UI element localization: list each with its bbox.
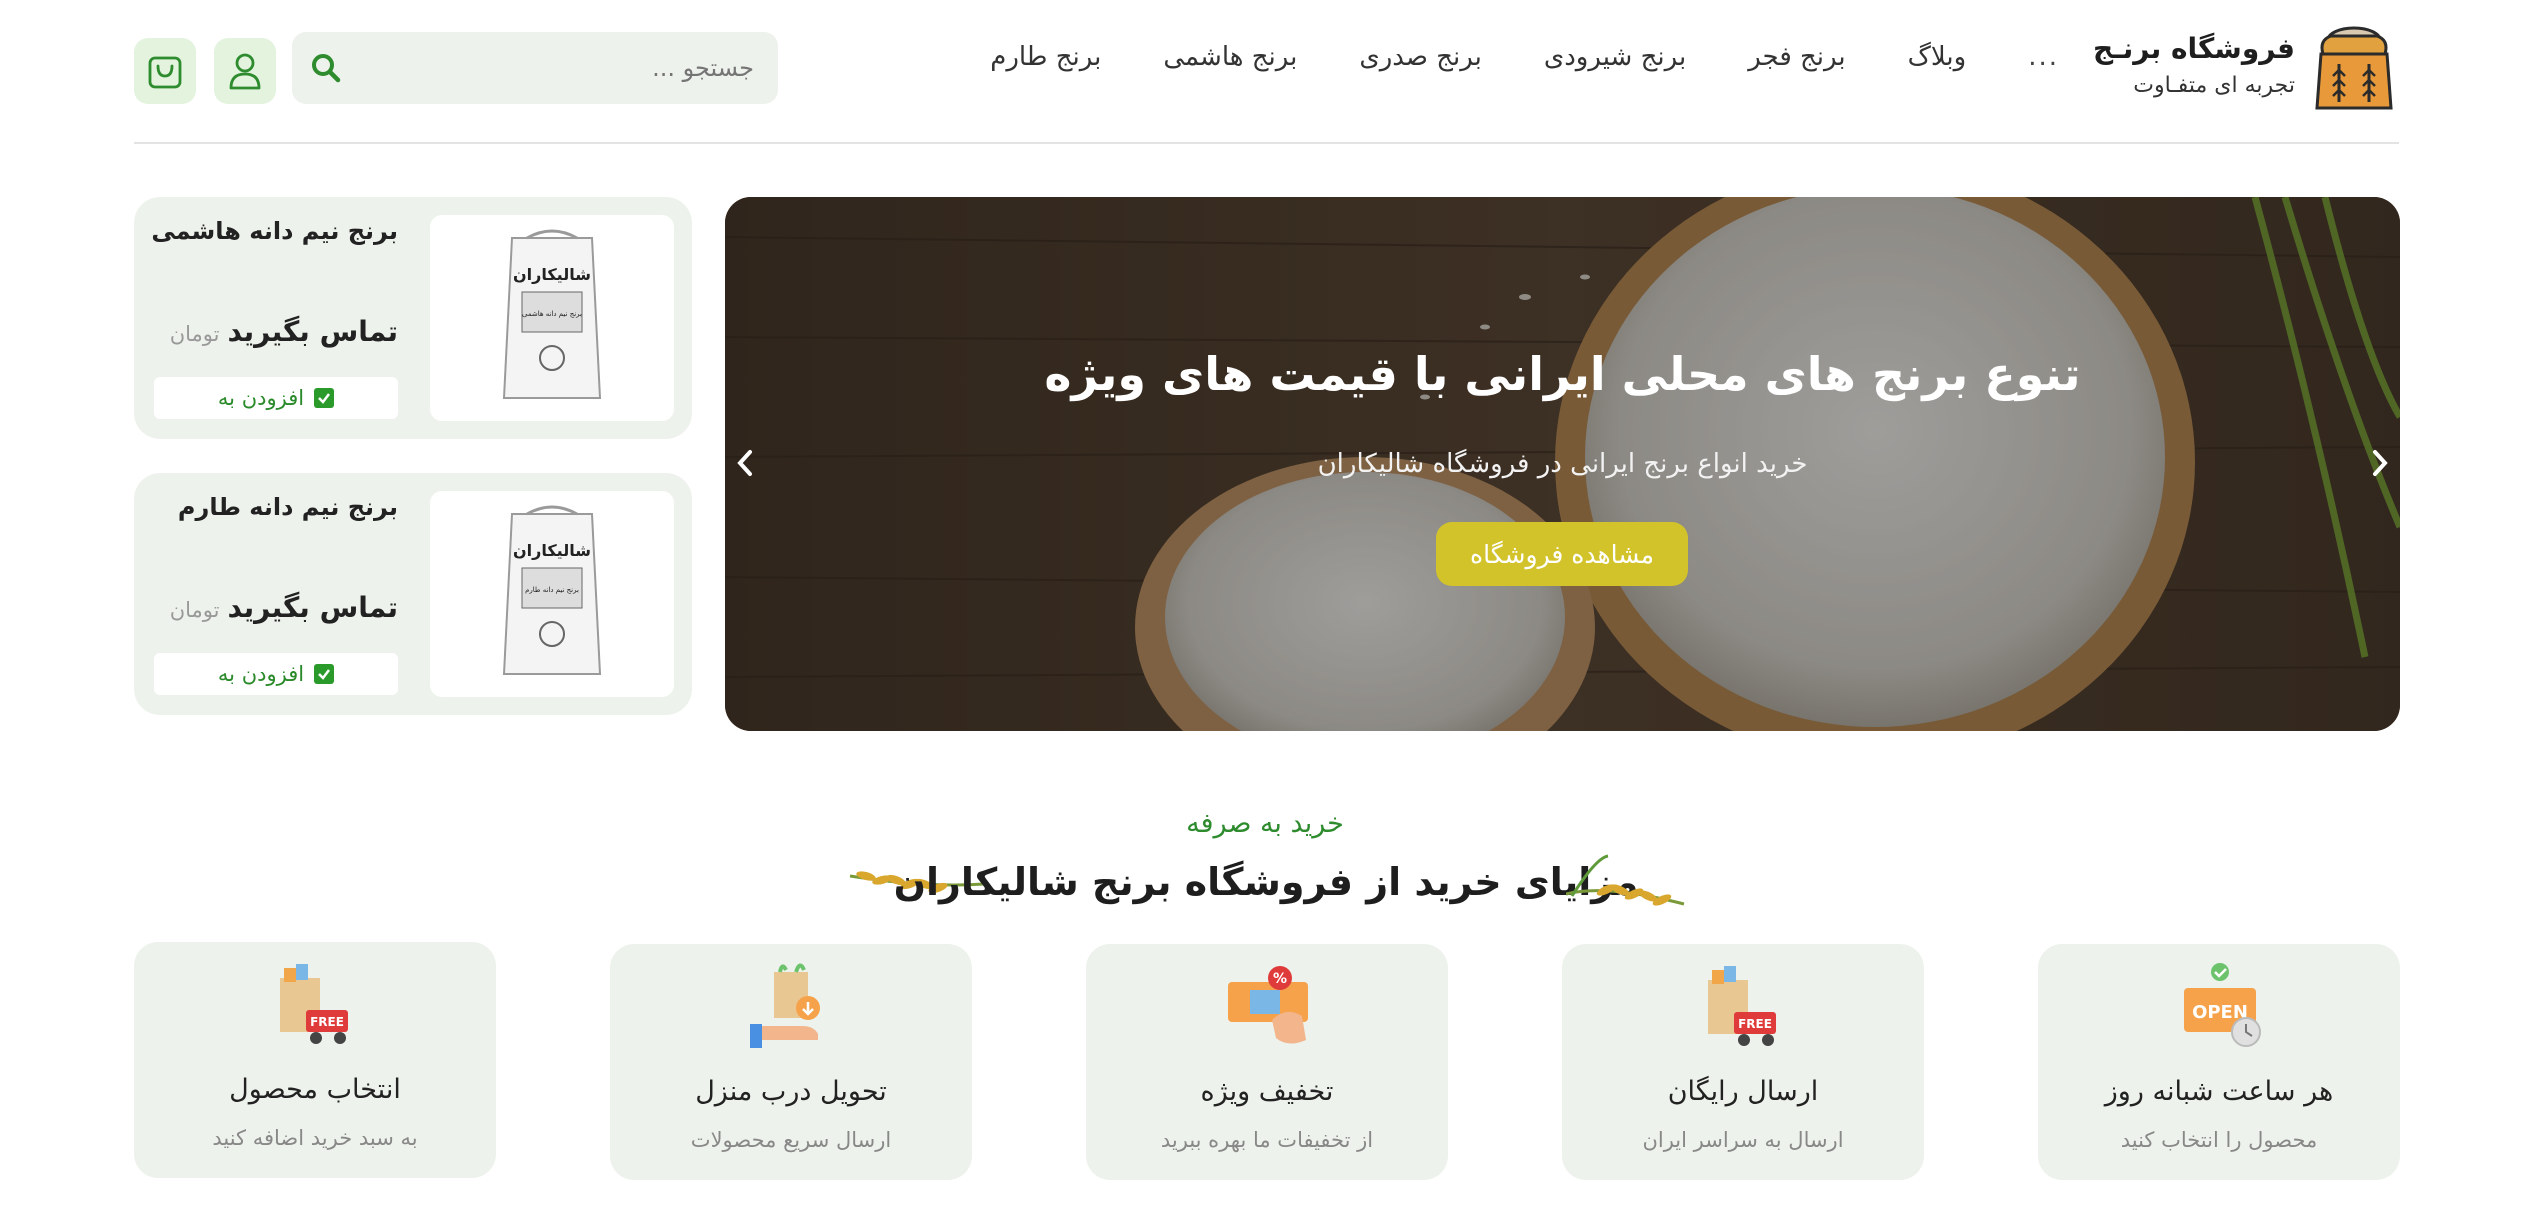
price-text: تماس بگیرید — [227, 315, 398, 348]
brand-text: فروشگاه برنـج تجربه ای متفـاوت — [2093, 29, 2295, 103]
benefit-card: FREE ارسال رایگان ارسال به سراسر ایران — [1562, 944, 1924, 1180]
brand[interactable]: فروشگاه برنـج تجربه ای متفـاوت — [2093, 18, 2399, 114]
user-icon — [229, 53, 261, 90]
benefit-desc: از تخفیفات ما بهره ببرید — [1160, 1128, 1374, 1152]
nav-item-tarom[interactable]: برنج طارم — [990, 42, 1101, 72]
search-input[interactable] — [394, 32, 754, 104]
nav-item-blog[interactable]: وبلاگ — [1908, 42, 1967, 72]
search-icon[interactable] — [310, 52, 342, 84]
section-heading: مزایای خرید از فروشگاه برنج شالیکاران — [846, 854, 1686, 918]
free-badge-text: FREE — [1738, 1017, 1772, 1031]
product-card[interactable]: شالیکاران برنج نیم دانه هاشمی برنج نیم د… — [134, 197, 692, 439]
benefit-title: تحویل درب منزل — [695, 1076, 887, 1107]
rice-bag-image: شالیکاران برنج نیم دانه طارم — [502, 505, 602, 675]
bag-label: برنج نیم دانه طارم — [525, 586, 579, 594]
benefit-title: ارسال رایگان — [1667, 1076, 1819, 1107]
slider-prev-arrow[interactable] — [727, 437, 763, 489]
view-store-button[interactable]: مشاهده فروشگاه — [1436, 522, 1688, 586]
section-subtitle: خرید به صرفه — [1186, 808, 1344, 839]
home-delivery-icon — [750, 963, 820, 1048]
nav-item-hashemi[interactable]: برنج هاشمی — [1163, 42, 1297, 72]
benefit-desc: ارسال به سراسر ایران — [1642, 1128, 1844, 1152]
free-badge-text: FREE — [310, 1015, 344, 1029]
price-unit: تومان — [169, 322, 220, 346]
discount-badge-text: % — [1273, 971, 1287, 987]
rice-bag-image: شالیکاران برنج نیم دانه هاشمی — [502, 229, 602, 399]
brand-title: فروشگاه برنـج — [2093, 32, 2295, 65]
add-to-cart-button[interactable]: افزودن به — [154, 653, 398, 695]
chevron-left-icon — [737, 450, 752, 476]
add-to-cart-button[interactable]: افزودن به — [154, 377, 398, 419]
hero-slider[interactable]: تنوع برنج های محلی ایرانی با قیمت های وی… — [725, 197, 2400, 731]
bag-brand: شالیکاران — [513, 265, 591, 284]
section-title: مزایای خرید از فروشگاه برنج شالیکاران — [893, 860, 1639, 904]
product-image[interactable]: شالیکاران برنج نیم دانه هاشمی — [430, 215, 674, 421]
benefit-title: انتخاب محصول — [229, 1074, 401, 1105]
main-nav: برنج طارم برنج هاشمی برنج صدری برنج شیرو… — [990, 42, 2059, 72]
product-price: تماس بگیرید تومان — [170, 315, 398, 348]
slide-subtitle: خرید انواع برنج ایرانی در فروشگاه شالیکا… — [1317, 449, 1808, 479]
checkbox-icon — [314, 388, 335, 408]
search-box — [292, 32, 778, 104]
add-to-cart-label: افزودن به — [217, 386, 305, 410]
price-unit: تومان — [169, 598, 220, 622]
benefit-card: % تخفیف ویژه از تخفیفات ما بهره ببرید — [1086, 944, 1448, 1180]
site-header: فروشگاه برنـج تجربه ای متفـاوت برنج طارم… — [134, 0, 2399, 144]
account-button[interactable] — [214, 38, 276, 104]
price-text: تماس بگیرید — [227, 591, 398, 624]
add-to-cart-label: افزودن به — [217, 662, 305, 686]
product-title[interactable]: برنج نیم دانه هاشمی — [151, 217, 398, 245]
benefit-card: تحویل درب منزل ارسال سریع محصولات — [610, 944, 972, 1180]
bag-brand: شالیکاران — [513, 541, 591, 560]
nav-item-shiroodi[interactable]: برنج شیرودی — [1544, 42, 1686, 72]
wheat-right-icon — [1566, 854, 1685, 906]
bag-label: برنج نیم دانه هاشمی — [522, 310, 582, 318]
benefit-desc: محصول را انتخاب کنید — [2120, 1128, 2318, 1152]
open-sign-icon: OPEN — [2184, 963, 2261, 1047]
product-delivery-icon: FREE — [280, 964, 348, 1044]
nav-item-sadri[interactable]: برنج صدری — [1359, 42, 1482, 72]
chevron-right-icon — [2373, 450, 2388, 476]
benefit-desc: به سبد خرید اضافه کنید — [212, 1126, 418, 1150]
shopping-bag-icon — [148, 56, 182, 89]
product-price: تماس بگیرید تومان — [170, 591, 398, 624]
product-image[interactable]: شالیکاران برنج نیم دانه طارم — [430, 491, 674, 697]
slider-next-arrow[interactable] — [2362, 437, 2398, 489]
product-card[interactable]: شالیکاران برنج نیم دانه طارم برنج نیم دا… — [134, 473, 692, 715]
benefit-card: OPEN هر ساعت شبانه روز محصول را انتخاب ک… — [2038, 944, 2400, 1180]
rice-store-logo-icon — [2315, 26, 2393, 110]
benefit-desc: ارسال سریع محصولات — [690, 1128, 892, 1152]
benefit-title: هر ساعت شبانه روز — [2104, 1076, 2334, 1107]
cart-button[interactable] — [134, 38, 196, 104]
brand-subtitle: تجربه ای متفـاوت — [2133, 73, 2295, 98]
slide-title: تنوع برنج های محلی ایرانی با قیمت های وی… — [1044, 347, 2081, 401]
free-delivery-icon: FREE — [1708, 966, 1776, 1046]
nav-item-fajr[interactable]: برنج فجر — [1748, 42, 1845, 72]
benefit-card: FREE انتخاب محصول به سبد خرید اضافه کنید — [134, 942, 496, 1178]
discount-ticket-icon: % — [1228, 966, 1308, 1044]
checkbox-icon — [314, 664, 335, 684]
nav-more-menu[interactable]: ... — [2028, 42, 2059, 72]
benefit-title: تخفیف ویژه — [1200, 1076, 1334, 1107]
product-title[interactable]: برنج نیم دانه طارم — [178, 493, 398, 521]
